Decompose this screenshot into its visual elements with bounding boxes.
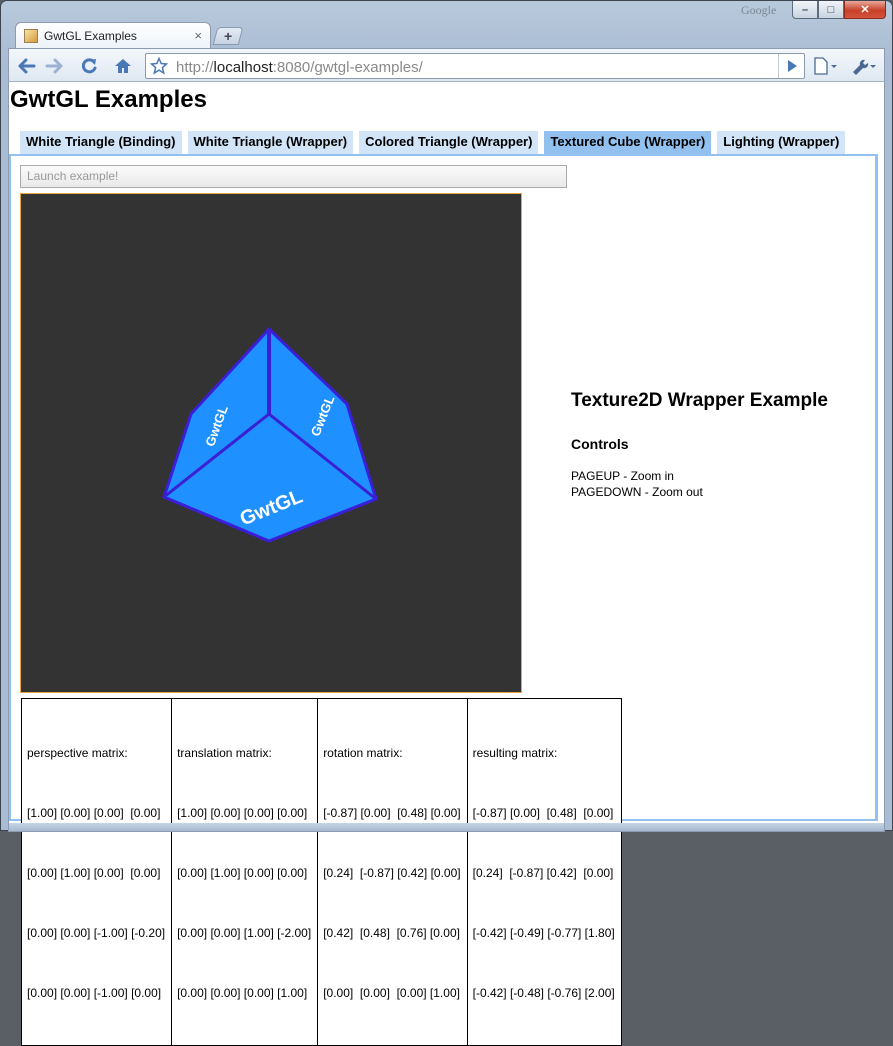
perspective-matrix: perspective matrix: [1.00] [0.00] [0.00]… bbox=[22, 699, 173, 1045]
page-menu-icon bbox=[814, 57, 837, 75]
matrix-title: perspective matrix: bbox=[27, 746, 128, 760]
textured-cube: GwtGL GwtGL GwtGL bbox=[162, 327, 378, 543]
go-icon bbox=[787, 60, 797, 72]
matrix-row: [0.00] [0.00] [-1.00] [-0.20] bbox=[27, 926, 166, 940]
toolbar: http://localhost:8080/gwtgl-examples/ bbox=[8, 48, 885, 82]
matrix-row: [0.00] [0.00] [-1.00] [0.00] bbox=[27, 986, 162, 1000]
matrix-table: perspective matrix: [1.00] [0.00] [0.00]… bbox=[21, 698, 622, 1046]
tab-close-icon[interactable]: × bbox=[194, 28, 202, 43]
matrix-title: resulting matrix: bbox=[472, 746, 558, 760]
example-tab-bar: White Triangle (Binding) White Triangle … bbox=[20, 131, 851, 154]
window-controls: – □ ✕ bbox=[792, 1, 886, 19]
matrix-row: [0.00] [0.00] [1.00] [-2.00] bbox=[177, 926, 312, 940]
matrix-row: [0.00] [0.00] [0.00] [1.00] bbox=[177, 986, 308, 1000]
matrix-row: [0.00] [1.00] [0.00] [0.00] bbox=[177, 866, 308, 880]
matrix-row: [0.00] [1.00] [0.00] [0.00] bbox=[27, 866, 161, 880]
controls-heading: Controls bbox=[571, 436, 629, 452]
minimize-icon: – bbox=[801, 3, 809, 16]
wrench-icon bbox=[853, 59, 876, 75]
page-content: GwtGL Examples White Triangle (Binding) … bbox=[8, 82, 885, 1046]
control-zoom-in: PAGEUP - Zoom in bbox=[571, 469, 674, 483]
tab-lighting-wrapper[interactable]: Lighting (Wrapper) bbox=[717, 131, 846, 154]
forward-button[interactable] bbox=[40, 54, 68, 78]
page-menu-button[interactable] bbox=[809, 54, 843, 78]
forward-icon bbox=[45, 58, 63, 74]
maximize-button[interactable]: □ bbox=[818, 1, 844, 19]
title-bar: Google – □ ✕ bbox=[1, 1, 892, 23]
control-zoom-out: PAGEDOWN - Zoom out bbox=[571, 485, 703, 499]
star-icon bbox=[149, 56, 169, 75]
tab-textured-cube-wrapper[interactable]: Textured Cube (Wrapper) bbox=[544, 131, 712, 154]
example-panel: Launch example! GwtGL GwtGL GwtGL Textur… bbox=[9, 154, 878, 1046]
matrix-row: [-0.42] [-0.49] [-0.77] [1.80] bbox=[472, 926, 615, 940]
matrix-row: [-0.42] [-0.48] [-0.76] [2.00] bbox=[472, 986, 615, 1000]
bookmark-star-button[interactable] bbox=[149, 56, 169, 80]
rotation-matrix: rotation matrix: [-0.87] [0.00] [0.48] [… bbox=[318, 699, 468, 1045]
google-brand: Google bbox=[741, 3, 777, 17]
minimize-button[interactable]: – bbox=[792, 1, 818, 19]
tab-white-triangle-binding[interactable]: White Triangle (Binding) bbox=[20, 131, 182, 154]
launch-example-button[interactable]: Launch example! bbox=[20, 165, 567, 188]
plus-icon: + bbox=[223, 28, 233, 44]
back-icon bbox=[18, 58, 36, 74]
close-icon: ✕ bbox=[860, 4, 870, 16]
home-icon bbox=[115, 59, 131, 73]
tab-white-triangle-wrapper[interactable]: White Triangle (Wrapper) bbox=[187, 131, 354, 154]
reload-button[interactable] bbox=[75, 54, 103, 78]
page-title: GwtGL Examples bbox=[10, 86, 207, 113]
go-button[interactable] bbox=[778, 54, 804, 78]
reload-icon bbox=[81, 58, 97, 74]
tab-colored-triangle-wrapper[interactable]: Colored Triangle (Wrapper) bbox=[359, 131, 539, 154]
tab-title: GwtGL Examples bbox=[44, 28, 137, 43]
translation-matrix: translation matrix: [1.00] [0.00] [0.00]… bbox=[172, 699, 319, 1045]
browser-window: Google – □ ✕ GwtGL Examples × + http://l… bbox=[0, 0, 893, 1046]
close-window-button[interactable]: ✕ bbox=[844, 1, 886, 19]
matrix-title: rotation matrix: bbox=[323, 746, 403, 760]
matrix-title: translation matrix: bbox=[177, 746, 272, 760]
new-tab-button[interactable]: + bbox=[212, 27, 244, 45]
matrix-row: [0.24] [-0.87] [0.42] [0.00] bbox=[323, 866, 461, 880]
matrix-row: [0.00] [0.00] [0.00] [1.00] bbox=[323, 986, 460, 1000]
matrix-row: [0.24] [-0.87] [0.42] [0.00] bbox=[472, 866, 614, 880]
resulting-matrix: resulting matrix: [-0.87] [0.00] [0.48] … bbox=[468, 699, 621, 1045]
back-button[interactable] bbox=[13, 54, 41, 78]
example-heading: Texture2D Wrapper Example bbox=[571, 390, 828, 411]
wrench-menu-button[interactable] bbox=[847, 54, 881, 78]
browser-tab[interactable]: GwtGL Examples × bbox=[15, 22, 211, 48]
url-text: http://localhost:8080/gwtgl-examples/ bbox=[176, 59, 423, 76]
webgl-canvas[interactable]: GwtGL GwtGL GwtGL bbox=[20, 193, 522, 693]
matrix-row: [-0.87] [0.00] [0.48] [0.00] bbox=[323, 806, 461, 820]
maximize-icon: □ bbox=[827, 3, 835, 16]
matrix-row: [0.42] [0.48] [0.76] [0.00] bbox=[323, 926, 460, 940]
matrix-row: [1.00] [0.00] [0.00] [0.00] bbox=[177, 806, 308, 820]
home-button[interactable] bbox=[109, 54, 137, 78]
favicon-icon bbox=[24, 28, 38, 43]
matrix-row: [-0.87] [0.00] [0.48] [0.00] bbox=[472, 806, 614, 820]
address-bar[interactable]: http://localhost:8080/gwtgl-examples/ bbox=[145, 53, 805, 79]
matrix-row: [1.00] [0.00] [0.00] [0.00] bbox=[27, 806, 161, 820]
example-description: Texture2D Wrapper Example Controls PAGEU… bbox=[571, 390, 861, 500]
